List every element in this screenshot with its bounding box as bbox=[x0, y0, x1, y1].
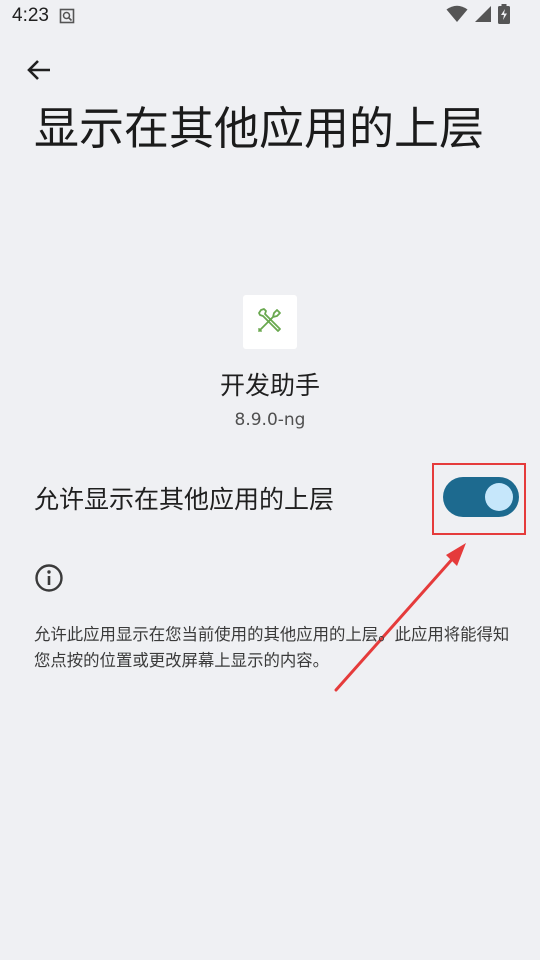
search-notification-icon bbox=[59, 8, 75, 24]
back-button[interactable] bbox=[22, 56, 56, 88]
status-time: 4:23 bbox=[12, 5, 49, 26]
page-title: 显示在其他应用的上层 bbox=[34, 102, 485, 155]
permission-description: 允许此应用显示在您当前使用的其他应用的上层。此应用将能得知您点按的位置或更改屏幕… bbox=[34, 625, 510, 670]
app-icon bbox=[243, 295, 297, 349]
annotation-highlight-box bbox=[432, 463, 526, 535]
app-version: 8.9.0-ng bbox=[234, 410, 306, 430]
battery-charging-icon bbox=[498, 4, 510, 28]
status-bar: 4:23 bbox=[0, 0, 540, 34]
wifi-icon bbox=[446, 5, 468, 27]
permission-label: 允许显示在其他应用的上层 bbox=[34, 485, 335, 514]
info-icon bbox=[34, 563, 64, 593]
app-name: 开发助手 bbox=[219, 371, 320, 400]
arrow-back-icon bbox=[26, 58, 52, 86]
status-icons bbox=[446, 4, 510, 28]
tools-icon bbox=[255, 305, 285, 339]
signal-icon bbox=[474, 5, 492, 27]
